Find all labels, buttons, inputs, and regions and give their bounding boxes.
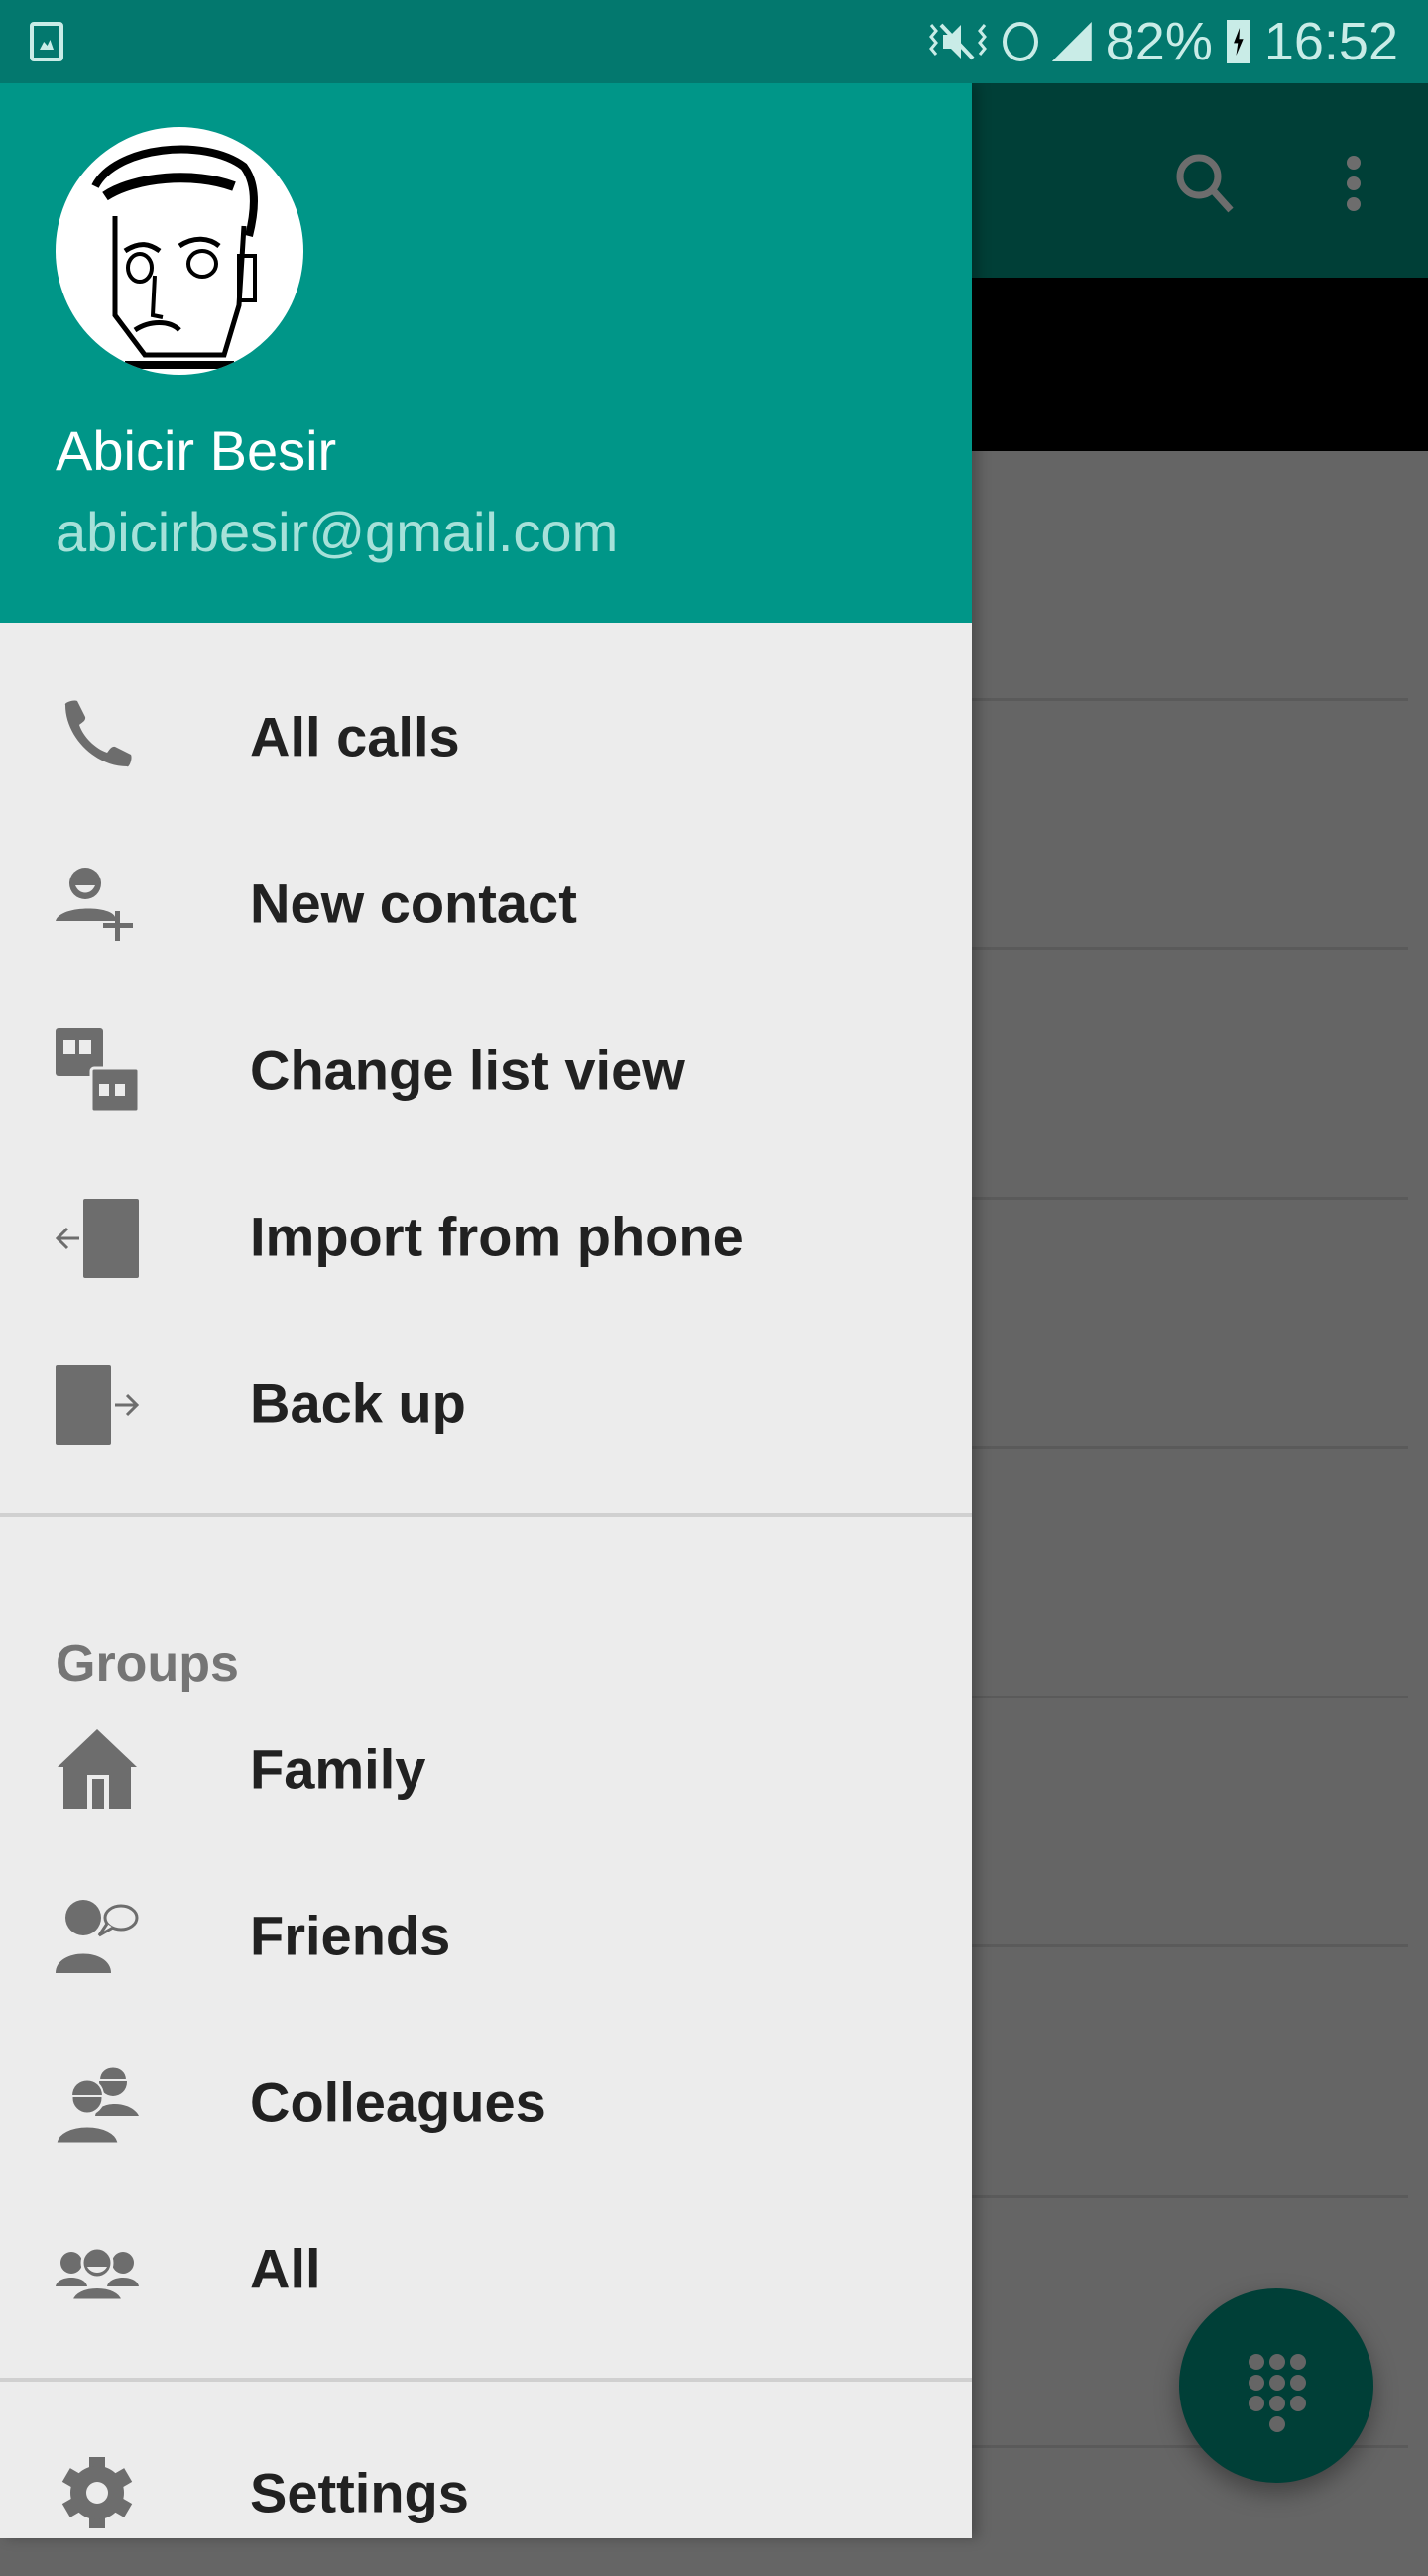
drawer-item-label: Settings — [250, 2461, 469, 2524]
drawer-item-friends[interactable]: Friends — [0, 1852, 972, 2019]
drawer-header: Abicir Besir abicirbesir@gmail.com — [0, 83, 972, 623]
gallery-notification-icon — [30, 22, 63, 61]
export-icon — [56, 1365, 139, 1445]
list-separator — [972, 947, 1408, 950]
drawer-item-label: Back up — [250, 1371, 466, 1435]
drawer-item-all-calls[interactable]: All calls — [0, 653, 972, 820]
drawer-item-label: New contact — [250, 872, 577, 935]
drawer-item-label: Colleagues — [250, 2070, 546, 2134]
clock: 16:52 — [1263, 12, 1398, 71]
status-bar: 82% 16:52 — [0, 0, 1428, 83]
drawer-item-label: Family — [250, 1737, 426, 1801]
groups-section-label: Groups — [56, 1635, 239, 1693]
import-icon — [56, 1199, 139, 1278]
add-person-icon — [56, 868, 133, 941]
dialpad-fab[interactable] — [1179, 2288, 1373, 2483]
drawer-item-back-up[interactable]: Back up — [0, 1320, 972, 1486]
drawer-item-label: Import from phone — [250, 1205, 744, 1268]
list-separator — [972, 1696, 1408, 1698]
colleagues-icon — [56, 2065, 139, 2144]
drawer-item-change-list-view[interactable]: Change list view — [0, 987, 972, 1153]
home-icon — [58, 1729, 137, 1809]
list-view-icon — [56, 1028, 139, 1112]
group-icon — [56, 2246, 139, 2302]
battery-charging-icon — [1226, 20, 1250, 63]
list-separator — [972, 1446, 1408, 1449]
contact-list-dimmed — [972, 451, 1428, 2538]
status-icons: 82% 16:52 — [927, 0, 1398, 83]
user-email: abicirbesir@gmail.com — [56, 501, 619, 563]
drawer-item-all[interactable]: All — [0, 2185, 972, 2352]
user-avatar-sketch — [91, 145, 258, 369]
divider — [0, 1513, 972, 1517]
list-separator — [972, 698, 1408, 701]
drawer-item-family[interactable]: Family — [0, 1686, 972, 1852]
list-separator — [972, 1197, 1408, 1200]
avatar[interactable] — [56, 127, 303, 375]
alarm-icon — [1002, 22, 1038, 61]
drawer-item-colleagues[interactable]: Colleagues — [0, 2019, 972, 2185]
divider — [0, 2378, 972, 2382]
list-separator — [972, 2195, 1408, 2198]
tab-strip — [972, 278, 1428, 451]
signal-icon — [1051, 22, 1092, 61]
battery-percent: 82% — [1105, 12, 1213, 71]
drawer-item-new-contact[interactable]: New contact — [0, 820, 972, 987]
vibrate-mute-icon — [928, 23, 987, 60]
drawer-item-label: Change list view — [250, 1038, 685, 1102]
drawer-item-settings[interactable]: Settings — [0, 2409, 972, 2576]
drawer-item-label: All calls — [250, 705, 460, 768]
navigation-drawer: Abicir Besir abicirbesir@gmail.com All c… — [0, 83, 972, 2538]
drawer-item-import-from-phone[interactable]: Import from phone — [0, 1153, 972, 1320]
search-icon[interactable] — [1175, 149, 1235, 218]
list-separator — [972, 1944, 1408, 1947]
drawer-item-label: Friends — [250, 1904, 451, 1967]
more-vert-icon[interactable] — [1339, 149, 1368, 218]
friend-chat-icon — [56, 1900, 139, 1973]
drawer-item-label: All — [250, 2237, 321, 2300]
settings-gear-icon — [61, 2457, 133, 2528]
user-name: Abicir Besir — [56, 419, 337, 482]
phone-icon — [64, 700, 132, 767]
